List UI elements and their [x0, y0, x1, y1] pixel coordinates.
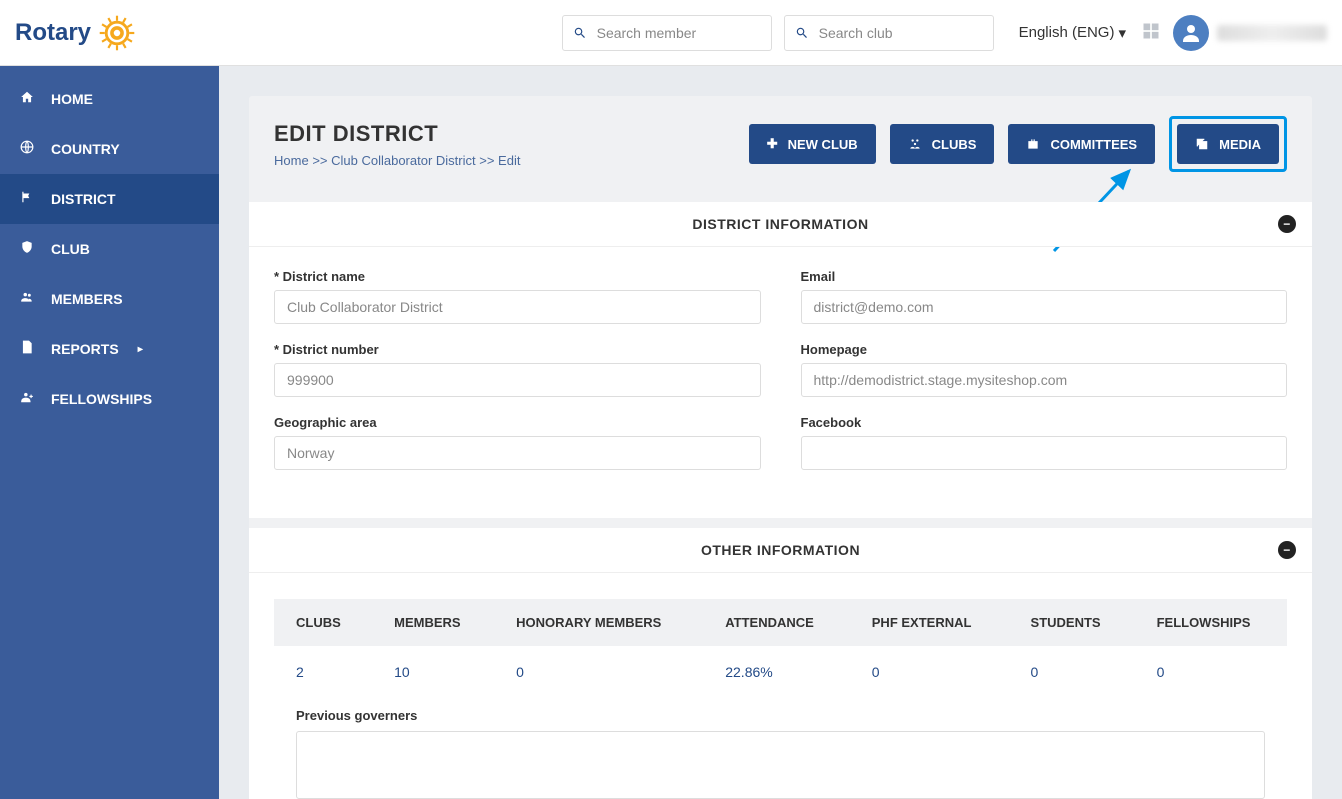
language-label: English (ENG): [1019, 24, 1115, 41]
shield-icon: [18, 240, 36, 258]
district-info-section: DISTRICT INFORMATION − * District name E…: [249, 202, 1312, 518]
collapse-icon[interactable]: −: [1278, 541, 1296, 559]
cell-students: 0: [1009, 646, 1135, 698]
col-attendance: ATTENDANCE: [703, 599, 850, 646]
sidebar-item-club[interactable]: CLUB: [0, 224, 219, 274]
search-club-group: [784, 15, 994, 51]
col-fellowships: FELLOWSHIPS: [1135, 599, 1287, 646]
sidebar-item-members[interactable]: MEMBERS: [0, 274, 219, 324]
cell-fellowships: 0: [1135, 646, 1287, 698]
clubs-icon: [908, 137, 922, 151]
gear-icon: [99, 15, 135, 51]
sidebar-item-reports[interactable]: REPORTS ▸: [0, 324, 219, 374]
previous-governers-box[interactable]: [296, 731, 1265, 799]
cell-honorary: 0: [494, 646, 703, 698]
geographic-area-label: Geographic area: [274, 415, 761, 430]
breadcrumb-leaf: Edit: [498, 153, 520, 168]
home-icon: [18, 90, 36, 108]
other-info-section: OTHER INFORMATION − CLUBS MEMBERS HONORA…: [249, 528, 1312, 799]
new-club-button[interactable]: ✚ NEW CLUB: [749, 124, 876, 164]
search-member-group: [562, 15, 772, 51]
section-header: OTHER INFORMATION −: [249, 528, 1312, 573]
avatar[interactable]: [1173, 15, 1209, 51]
sidebar-item-fellowships[interactable]: FELLOWSHIPS: [0, 374, 219, 424]
facebook-label: Facebook: [801, 415, 1288, 430]
user-plus-icon: [18, 390, 36, 408]
caret-right-icon: ▸: [138, 344, 143, 355]
table-header-row: CLUBS MEMBERS HONORARY MEMBERS ATTENDANC…: [274, 599, 1287, 646]
button-label: MEDIA: [1219, 137, 1261, 152]
cell-phf: 0: [850, 646, 1009, 698]
col-students: STUDENTS: [1009, 599, 1135, 646]
top-bar: Rotary: [0, 0, 1342, 66]
district-number-label: * District number: [274, 342, 761, 357]
logo[interactable]: Rotary: [15, 15, 135, 51]
search-member-input[interactable]: [597, 16, 757, 50]
language-selector[interactable]: English (ENG) ▾: [1019, 24, 1126, 42]
users-icon: [18, 290, 36, 308]
file-icon: [18, 340, 36, 358]
cell-members: 10: [372, 646, 494, 698]
caret-down-icon: ▾: [1118, 24, 1126, 42]
apps-grid-icon[interactable]: [1141, 21, 1161, 44]
district-name-label: * District name: [274, 269, 761, 284]
email-label: Email: [801, 269, 1288, 284]
district-number-input[interactable]: [274, 363, 761, 397]
sidebar-item-label: FELLOWSHIPS: [51, 391, 152, 407]
copy-icon: [1195, 137, 1209, 151]
breadcrumb: Home >> Club Collaborator District >> Ed…: [274, 153, 735, 168]
sidebar-item-district[interactable]: DISTRICT: [0, 174, 219, 224]
collapse-icon[interactable]: −: [1278, 215, 1296, 233]
sidebar-item-label: CLUB: [51, 241, 90, 257]
breadcrumb-district[interactable]: Club Collaborator District: [331, 153, 476, 168]
sidebar-item-label: MEMBERS: [51, 291, 123, 307]
homepage-label: Homepage: [801, 342, 1288, 357]
sidebar-item-country[interactable]: COUNTRY: [0, 124, 219, 174]
media-button[interactable]: MEDIA: [1177, 124, 1279, 164]
page-title: EDIT DISTRICT: [274, 121, 735, 147]
previous-governers-label: Previous governers: [296, 708, 1265, 723]
sidebar-item-label: REPORTS: [51, 341, 119, 357]
search-icon[interactable]: [785, 26, 819, 40]
sidebar: HOME COUNTRY DISTRICT CLUB MEMBERS: [0, 66, 219, 799]
clubs-button[interactable]: CLUBS: [890, 124, 995, 164]
briefcase-icon: [1026, 137, 1040, 151]
col-honorary: HONORARY MEMBERS: [494, 599, 703, 646]
district-name-input[interactable]: [274, 290, 761, 324]
sidebar-item-label: HOME: [51, 91, 93, 107]
search-club-input[interactable]: [819, 16, 979, 50]
button-label: COMMITTEES: [1050, 137, 1137, 152]
col-phf: PHF EXTERNAL: [850, 599, 1009, 646]
search-icon[interactable]: [563, 26, 597, 40]
breadcrumb-home[interactable]: Home: [274, 153, 309, 168]
table-row: 2 10 0 22.86% 0 0 0: [274, 646, 1287, 698]
email-input[interactable]: [801, 290, 1288, 324]
plus-icon: ✚: [767, 136, 778, 152]
cell-clubs: 2: [274, 646, 372, 698]
cell-attendance: 22.86%: [703, 646, 850, 698]
col-members: MEMBERS: [372, 599, 494, 646]
section-header: DISTRICT INFORMATION −: [249, 202, 1312, 247]
section-title: OTHER INFORMATION: [701, 542, 860, 558]
facebook-input[interactable]: [801, 436, 1288, 470]
logo-text: Rotary: [15, 19, 91, 47]
section-title: DISTRICT INFORMATION: [692, 216, 868, 232]
panel-header: EDIT DISTRICT Home >> Club Collaborator …: [249, 96, 1312, 192]
geographic-area-input[interactable]: [274, 436, 761, 470]
edit-district-panel: EDIT DISTRICT Home >> Club Collaborator …: [249, 96, 1312, 799]
sidebar-item-label: COUNTRY: [51, 141, 120, 157]
committees-button[interactable]: COMMITTEES: [1008, 124, 1155, 164]
sidebar-item-home[interactable]: HOME: [0, 74, 219, 124]
flag-icon: [18, 190, 36, 208]
button-label: CLUBS: [932, 137, 977, 152]
col-clubs: CLUBS: [274, 599, 372, 646]
globe-icon: [18, 140, 36, 158]
sidebar-item-label: DISTRICT: [51, 191, 116, 207]
main-content: EDIT DISTRICT Home >> Club Collaborator …: [219, 66, 1342, 799]
username-blurred: [1217, 25, 1327, 41]
homepage-input[interactable]: [801, 363, 1288, 397]
media-highlight-box: MEDIA: [1169, 116, 1287, 172]
stats-table: CLUBS MEMBERS HONORARY MEMBERS ATTENDANC…: [274, 599, 1287, 698]
button-label: NEW CLUB: [788, 137, 858, 152]
